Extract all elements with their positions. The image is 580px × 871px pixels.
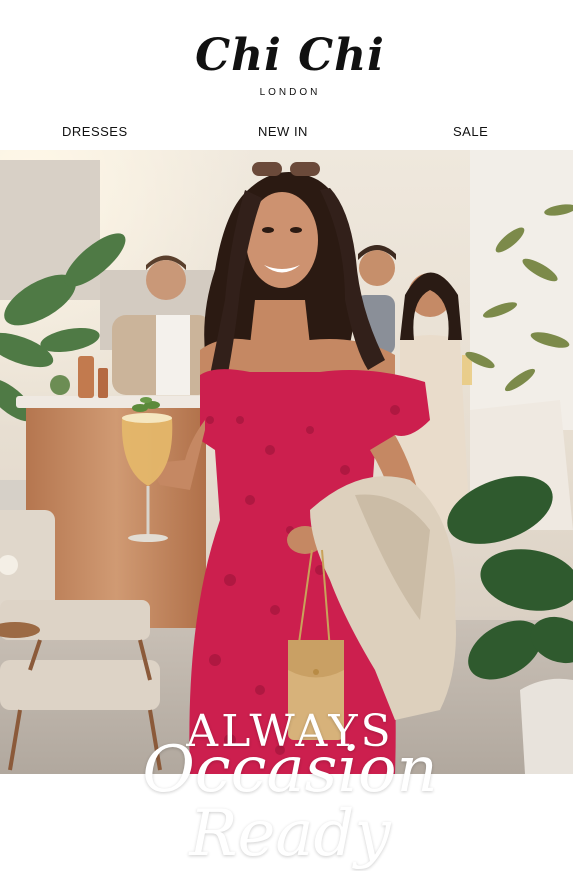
main-nav: DRESSES NEW IN SALE — [0, 124, 580, 142]
brand-sub: LONDON — [259, 87, 321, 98]
nav-dresses[interactable]: DRESSES — [62, 124, 128, 139]
scroll-edge — [573, 150, 580, 774]
brand-logo[interactable]: Chi Chi — [0, 34, 580, 78]
hero-script-headline: Occasion Ready — [142, 733, 438, 871]
hero-image[interactable] — [0, 150, 573, 774]
nav-new-in[interactable]: NEW IN — [258, 124, 308, 139]
nav-sale[interactable]: SALE — [453, 124, 488, 139]
email-header: Chi Chi LONDON — [0, 0, 580, 118]
